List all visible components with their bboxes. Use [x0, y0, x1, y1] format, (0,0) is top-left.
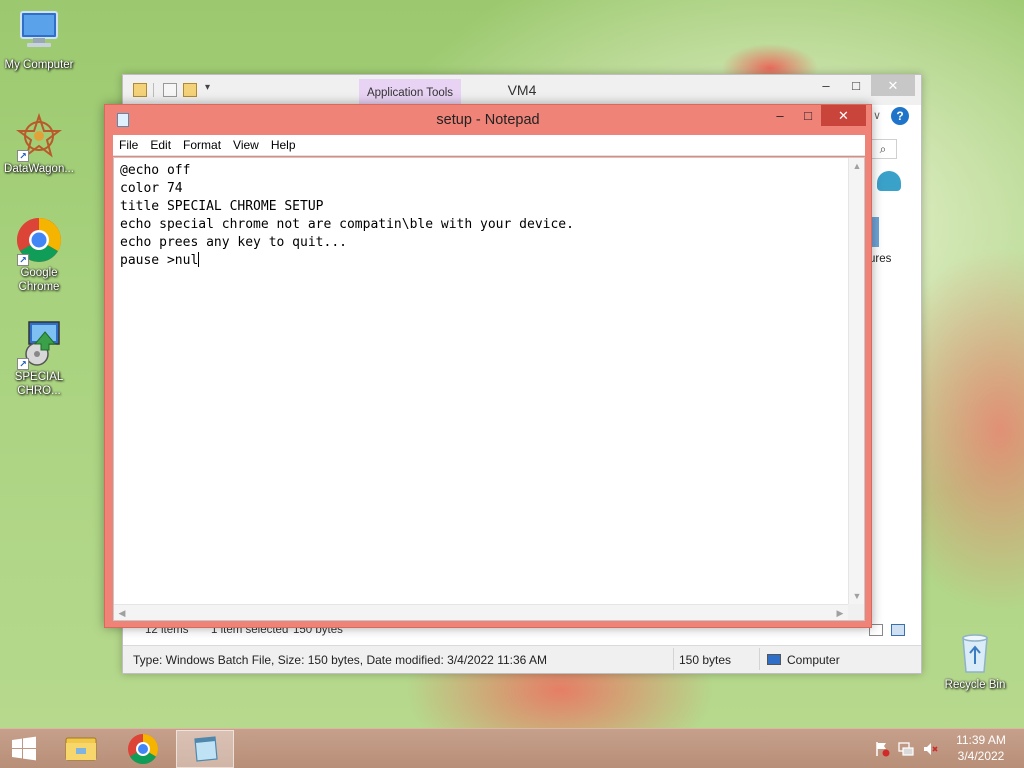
desktop-icon-special-chrome[interactable]: ↗ SPECIAL CHRO... [0, 320, 78, 398]
network-icon[interactable] [898, 741, 914, 757]
menu-edit[interactable]: Edit [144, 135, 177, 156]
clock[interactable]: 11:39 AM 3/4/2022 [948, 732, 1014, 764]
desktop-icon-label: DataWagon... [4, 163, 74, 175]
scroll-down-icon[interactable]: ▼ [849, 588, 865, 604]
notepad-text-area[interactable]: @echo off color 74 title SPECIAL CHROME … [113, 157, 865, 621]
pictures-folder-label: ures [869, 253, 892, 265]
large-icons-view-icon[interactable] [891, 624, 905, 636]
notepad-window[interactable]: setup - Notepad – □ ✕ File Edit Format View… [104, 104, 872, 628]
desktop-icon-recycle-bin[interactable]: Recycle Bin [936, 628, 1014, 692]
scroll-up-icon[interactable]: ▲ [849, 158, 865, 174]
details-divider [673, 648, 674, 670]
clock-date: 3/4/2022 [957, 749, 1005, 763]
explorer-content-pane: ∨ ? ⌕ ures [869, 105, 921, 625]
menu-file[interactable]: File [113, 135, 144, 156]
notepad-maximize-button[interactable]: □ [795, 105, 821, 126]
desktop-icon-google-chrome[interactable]: ↗ Google Chrome [0, 216, 78, 294]
notepad-close-button[interactable]: ✕ [821, 105, 866, 126]
menu-help[interactable]: Help [265, 135, 302, 156]
desktop-icon-my-computer[interactable]: My Computer [0, 8, 78, 72]
start-button[interactable] [0, 730, 48, 768]
notepad-titlebar[interactable]: setup - Notepad – □ ✕ [105, 105, 871, 134]
details-divider [759, 648, 760, 670]
action-center-flag-icon[interactable] [874, 741, 890, 757]
datawagon-icon: ↗ [15, 112, 63, 162]
file-size: 150 bytes [679, 653, 732, 667]
chrome-icon [128, 734, 159, 765]
explorer-minimize-button[interactable]: – [813, 75, 839, 96]
desktop-icon-label: Google Chrome [18, 267, 60, 293]
notepad-minimize-button[interactable]: – [767, 105, 793, 126]
file-explorer-icon [65, 737, 97, 761]
help-icon[interactable]: ? [891, 107, 909, 125]
desktop-icon-label: Recycle Bin [944, 679, 1006, 691]
text-caret [198, 252, 200, 267]
notepad-content[interactable]: @echo off color 74 title SPECIAL CHROME … [120, 162, 840, 592]
explorer-details-bar: Type: Windows Batch File, Size: 150 byte… [123, 645, 921, 673]
explorer-titlebar[interactable]: ▾ Application Tools VM4 – □ ✕ [123, 75, 921, 105]
desktop-icon-label: My Computer [4, 59, 74, 71]
notepad-title: setup - Notepad [436, 112, 540, 128]
menu-format[interactable]: Format [177, 135, 227, 156]
desktop-icon-label: SPECIAL CHRO... [14, 371, 64, 397]
menu-view[interactable]: View [227, 135, 265, 156]
file-location: Computer [787, 653, 840, 667]
notepad-content-text: @echo off color 74 title SPECIAL CHROME … [120, 163, 574, 268]
taskbar-notepad-button[interactable] [176, 730, 234, 768]
explorer-close-button[interactable]: ✕ [871, 75, 915, 96]
shortcut-arrow-icon: ↗ [17, 358, 29, 370]
file-details: Type: Windows Batch File, Size: 150 byte… [133, 653, 547, 667]
shortcut-arrow-icon: ↗ [17, 254, 29, 266]
clock-time: 11:39 AM [956, 733, 1006, 747]
horizontal-scrollbar[interactable]: ◀ ▶ [114, 604, 848, 620]
notepad-menu-bar: File Edit Format View Help [113, 135, 865, 156]
shortcut-arrow-icon: ↗ [17, 150, 29, 162]
scroll-left-icon[interactable]: ◀ [114, 605, 130, 621]
taskbar: 11:39 AM 3/4/2022 [0, 728, 1024, 768]
computer-icon [767, 654, 781, 665]
vertical-scrollbar[interactable]: ▲ ▼ [848, 158, 864, 604]
ribbon-expand-icon[interactable]: ∨ [873, 109, 881, 122]
installer-icon: ↗ [15, 320, 63, 370]
search-icon[interactable]: ⌕ [869, 139, 897, 159]
computer-icon [15, 8, 63, 56]
windows-logo-icon [12, 736, 36, 761]
chrome-icon: ↗ [15, 216, 63, 266]
library-icon [877, 171, 901, 191]
explorer-title: VM4 [507, 82, 537, 98]
size-grip-icon[interactable] [848, 604, 864, 620]
taskbar-file-explorer-button[interactable] [52, 730, 110, 768]
volume-muted-icon[interactable] [922, 741, 938, 757]
desktop-icon-datawagon[interactable]: ↗ DataWagon... [0, 112, 78, 176]
explorer-maximize-button[interactable]: □ [843, 75, 869, 96]
scroll-right-icon[interactable]: ▶ [832, 605, 848, 621]
recycle-bin-icon [951, 628, 999, 676]
taskbar-chrome-button[interactable] [114, 730, 172, 768]
notepad-icon [194, 736, 218, 762]
